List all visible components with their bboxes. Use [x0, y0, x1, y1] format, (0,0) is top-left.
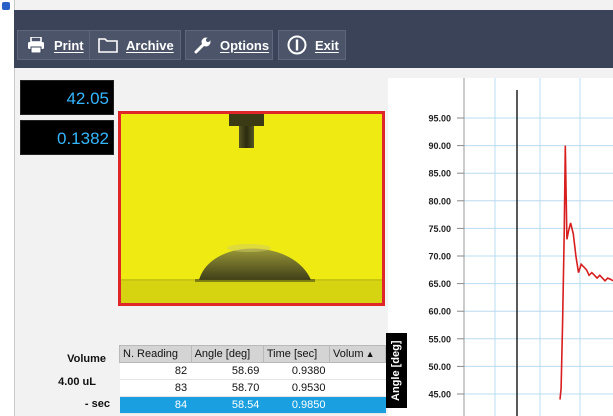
y-tick-label: 85.00 — [428, 169, 451, 179]
cell-volume — [329, 362, 386, 380]
cell-angle: 58.54 — [191, 396, 264, 414]
y-tick-label: 50.00 — [428, 362, 451, 372]
cell-n: 84 — [119, 396, 192, 414]
plot-area — [464, 78, 613, 416]
table-row[interactable]: 82 58.69 0.9380 — [119, 362, 386, 380]
y-tick-label: 75.00 — [428, 224, 451, 234]
y-tick-label: 60.00 — [428, 307, 451, 317]
col-volume-label: Volum — [333, 348, 364, 360]
volume-value: 4.00 uL — [58, 376, 96, 388]
cell-volume — [329, 379, 386, 397]
y-axis-label: Angle [deg] — [390, 340, 402, 401]
col-volume[interactable]: Volum ▲ — [329, 345, 386, 363]
volume-label: Volume — [67, 353, 106, 365]
cell-angle: 58.70 — [191, 379, 264, 397]
y-tick-label: 45.00 — [428, 390, 451, 400]
y-tick-label: 65.00 — [428, 279, 451, 289]
y-tick-label: 90.00 — [428, 141, 451, 151]
cell-n: 82 — [119, 362, 192, 380]
y-tick-label: 55.00 — [428, 334, 451, 344]
cell-time: 0.9530 — [263, 379, 330, 397]
col-angle[interactable]: Angle [deg] — [190, 345, 264, 363]
chevron-up-icon[interactable]: ▲ — [366, 349, 375, 359]
col-n-reading[interactable]: N. Reading — [119, 345, 192, 363]
cell-volume — [329, 396, 386, 414]
table-row-selected[interactable]: 84 58.54 0.9850 — [119, 396, 386, 414]
y-tick-label: 80.00 — [428, 196, 451, 206]
y-tick-label: 70.00 — [428, 252, 451, 262]
cell-n: 83 — [119, 379, 192, 397]
cell-angle: 58.69 — [191, 362, 264, 380]
table-row[interactable]: 83 58.70 0.9530 — [119, 379, 386, 397]
readings-table: N. Reading Angle [deg] Time [sec] Volum ▲… — [119, 345, 386, 414]
col-time[interactable]: Time [sec] — [262, 345, 331, 363]
table-header-row: N. Reading Angle [deg] Time [sec] Volum ▲ — [119, 345, 386, 363]
cell-time: 0.9380 — [263, 362, 330, 380]
cell-time: 0.9850 — [263, 396, 330, 414]
time-value: - sec — [84, 398, 110, 410]
y-tick-label: 95.00 — [428, 114, 451, 124]
